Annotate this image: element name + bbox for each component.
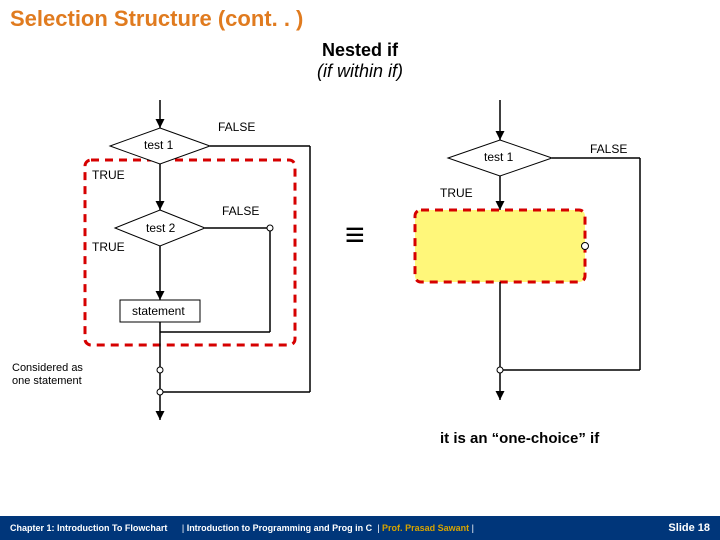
footer-slide: Slide 18 <box>668 522 710 534</box>
right-false-label: FALSE <box>590 142 627 156</box>
page-title: Selection Structure (cont. . ) <box>10 6 303 32</box>
footer-course-text: Introduction to Programming and Prog in … <box>187 523 373 533</box>
footer-bar: Chapter 1: Introduction To Flowchart | I… <box>0 516 720 540</box>
footer-prof-name: Prasad Sawant <box>405 523 469 533</box>
left-stmt-label: statement <box>132 304 185 318</box>
left-false1-label: FALSE <box>218 120 255 134</box>
right-true-label: TRUE <box>440 186 473 200</box>
right-test1-label: test 1 <box>484 150 513 164</box>
one-choice-caption: it is an “one-choice” if <box>440 430 599 447</box>
left-test1-label: test 1 <box>144 138 173 152</box>
subtitle-block: Nested if (if within if) <box>0 40 720 82</box>
left-true2-label: TRUE <box>92 240 125 254</box>
left-false2-label: FALSE <box>222 204 259 218</box>
subtitle-2: (if within if) <box>0 61 720 82</box>
footer-chapter: Chapter 1: Introduction To Flowchart <box>10 523 167 533</box>
left-true1-label: TRUE <box>92 168 125 182</box>
considered-caption: Considered as one statement <box>12 362 83 387</box>
footer-prof-label: Prof. <box>382 523 403 533</box>
left-test2-label: test 2 <box>146 221 175 235</box>
subtitle-1: Nested if <box>0 40 720 61</box>
footer-course: | Introduction to Programming and Prog i… <box>179 523 474 533</box>
diagram-stage: test 1 FALSE TRUE test 2 FALSE TRUE stat… <box>0 100 720 460</box>
equivalence-symbol: ≡ <box>345 216 365 255</box>
